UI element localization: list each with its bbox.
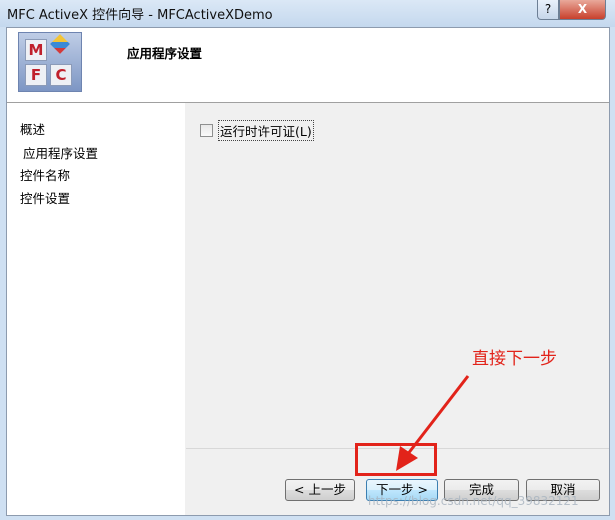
watermark: https://blog.csdn.net/qq_39832121 [368,494,579,508]
annotation-arrow-icon [396,375,470,471]
